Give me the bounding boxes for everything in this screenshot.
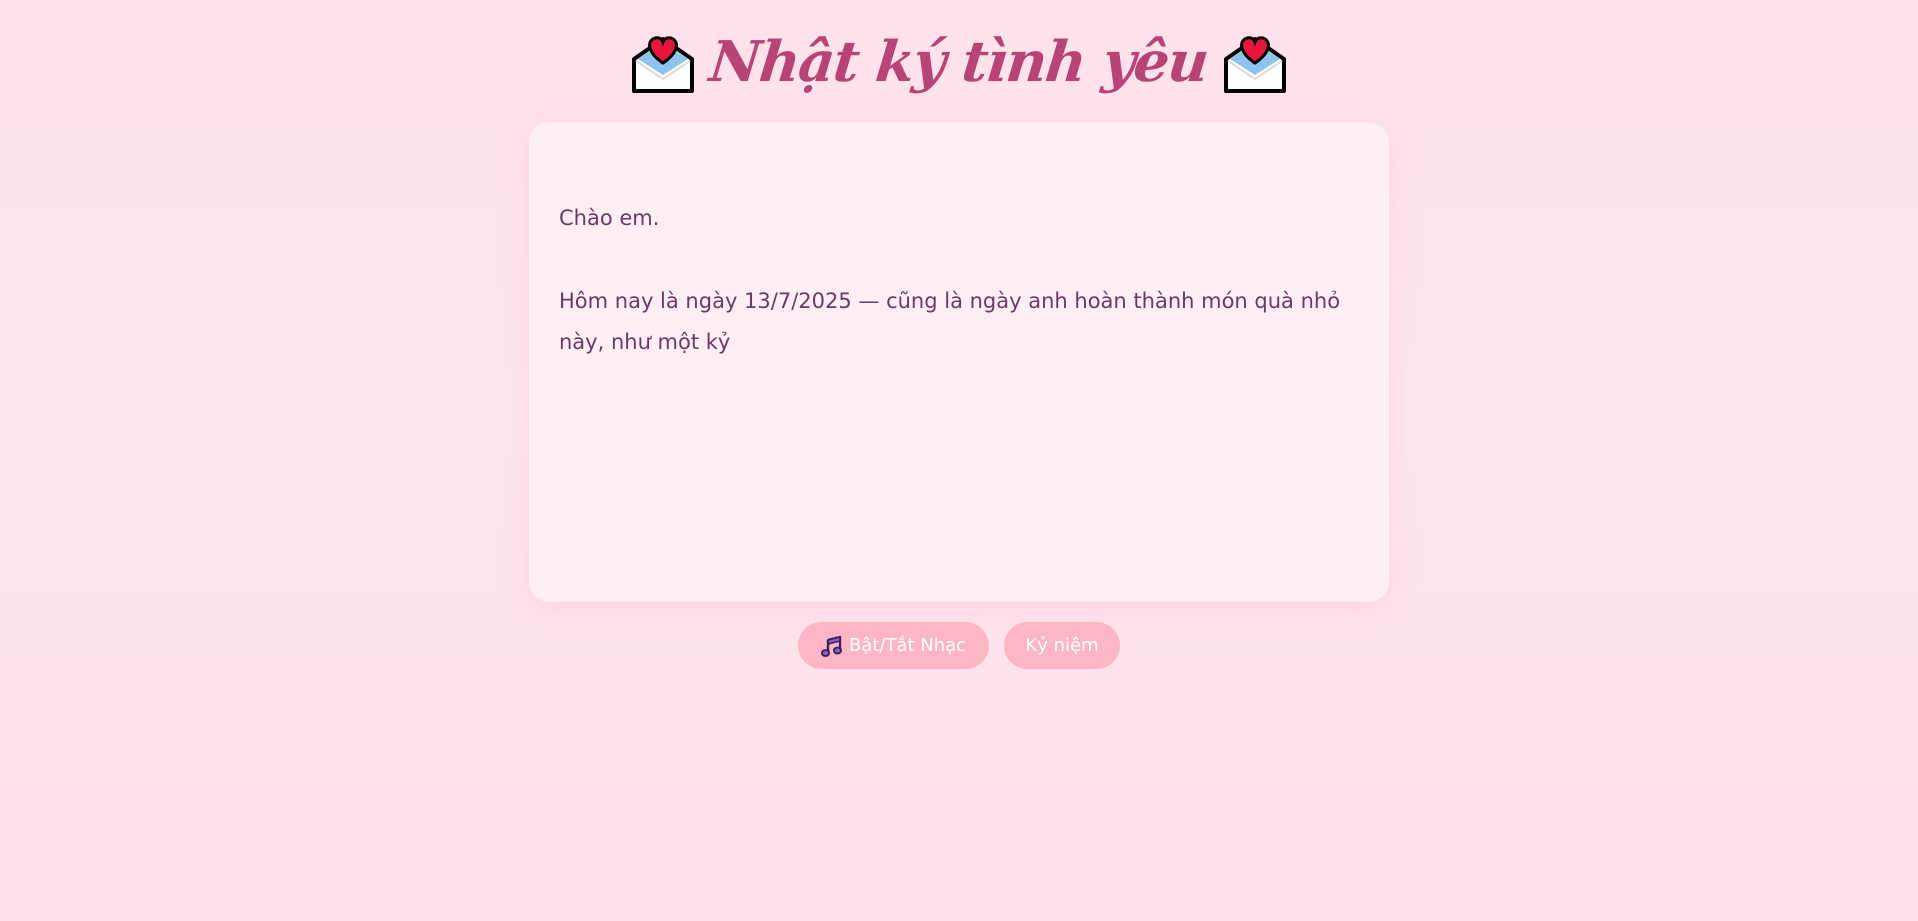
letter-body: Hôm nay là ngày 13/7/2025 — cũng là ngày… bbox=[559, 289, 1341, 354]
letter-card: Chào em. Hôm nay là ngày 13/7/2025 — cũn… bbox=[529, 122, 1389, 602]
letter-greeting: Chào em. bbox=[559, 206, 660, 230]
love-letter-icon bbox=[1223, 36, 1286, 93]
controls: Bật/Tắt Nhạc Kỷ niệm bbox=[0, 622, 1918, 670]
memories-button[interactable]: Kỷ niệm bbox=[1004, 622, 1120, 669]
header: Nhật ký tình yêu bbox=[0, 24, 1918, 100]
toggle-music-label: Bật/Tắt Nhạc bbox=[848, 635, 967, 656]
toggle-music-button[interactable]: Bật/Tắt Nhạc bbox=[798, 622, 989, 669]
music-note-icon bbox=[820, 635, 842, 657]
memories-label: Kỷ niệm bbox=[1025, 635, 1099, 656]
love-letter-icon bbox=[632, 36, 695, 93]
page-title: Nhật ký tình yêu bbox=[706, 29, 1212, 95]
